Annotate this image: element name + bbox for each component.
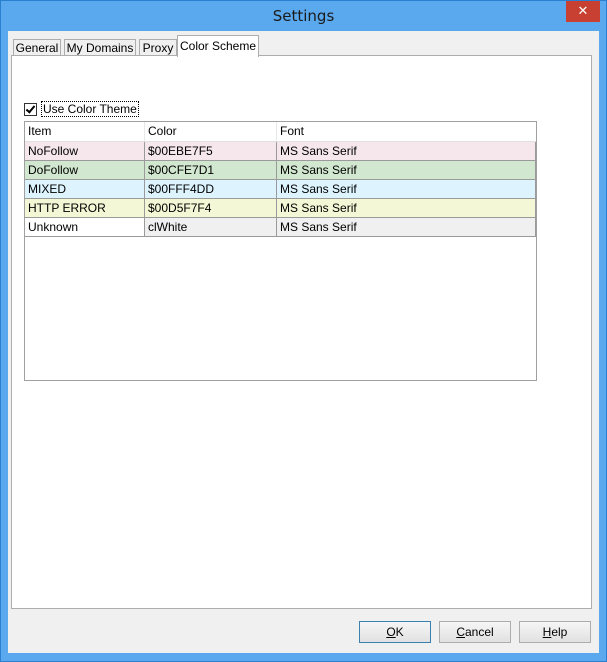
color-scheme-panel: Use Color Theme Item Color Font NoFollow… xyxy=(11,55,592,609)
close-button[interactable]: ✕ xyxy=(566,1,600,22)
cell-item[interactable]: DoFollow xyxy=(25,161,145,179)
settings-window: Settings ✕ General My Domains Proxy Colo… xyxy=(0,0,607,662)
table-row[interactable]: MIXED $00FFF4DD MS Sans Serif xyxy=(25,180,536,199)
cell-color[interactable]: $00EBE7F5 xyxy=(145,142,277,160)
use-color-theme-row[interactable]: Use Color Theme xyxy=(24,101,139,117)
close-icon: ✕ xyxy=(577,4,589,19)
cell-item[interactable]: Unknown xyxy=(25,218,145,236)
cell-item[interactable]: MIXED xyxy=(25,180,145,198)
table-row[interactable]: NoFollow $00EBE7F5 MS Sans Serif xyxy=(25,142,536,161)
ok-button[interactable]: OK xyxy=(359,621,431,643)
cell-color[interactable]: $00D5F7F4 xyxy=(145,199,277,217)
column-header-item[interactable]: Item xyxy=(25,122,145,141)
grid-header: Item Color Font xyxy=(25,122,536,142)
cell-font[interactable]: MS Sans Serif xyxy=(277,142,536,160)
color-scheme-grid[interactable]: Item Color Font NoFollow $00EBE7F5 MS Sans… xyxy=(24,121,537,381)
cancel-button[interactable]: Cancel xyxy=(439,621,511,643)
column-header-font[interactable]: Font xyxy=(277,122,536,141)
help-button[interactable]: Help xyxy=(519,621,591,643)
cell-font[interactable]: MS Sans Serif xyxy=(277,161,536,179)
title-bar[interactable]: Settings ✕ xyxy=(1,1,606,31)
cell-color[interactable]: $00CFE7D1 xyxy=(145,161,277,179)
cell-color[interactable]: clWhite xyxy=(145,218,277,236)
cell-color[interactable]: $00FFF4DD xyxy=(145,180,277,198)
cell-font[interactable]: MS Sans Serif xyxy=(277,218,536,236)
use-color-theme-label[interactable]: Use Color Theme xyxy=(41,101,139,117)
dialog-client: General My Domains Proxy Color Scheme Us… xyxy=(8,31,599,653)
tab-proxy[interactable]: Proxy xyxy=(139,39,177,56)
table-row[interactable]: HTTP ERROR $00D5F7F4 MS Sans Serif xyxy=(25,199,536,218)
cell-font[interactable]: MS Sans Serif xyxy=(277,180,536,198)
column-header-color[interactable]: Color xyxy=(145,122,277,141)
tab-color-scheme[interactable]: Color Scheme xyxy=(177,35,259,57)
table-row[interactable]: Unknown clWhite MS Sans Serif xyxy=(25,218,536,237)
window-title: Settings xyxy=(272,7,335,25)
cell-item[interactable]: HTTP ERROR xyxy=(25,199,145,217)
table-row[interactable]: DoFollow $00CFE7D1 MS Sans Serif xyxy=(25,161,536,180)
cell-font[interactable]: MS Sans Serif xyxy=(277,199,536,217)
tab-my-domains[interactable]: My Domains xyxy=(64,39,136,56)
tab-general[interactable]: General xyxy=(13,39,61,56)
use-color-theme-checkbox[interactable] xyxy=(24,102,37,116)
cell-item[interactable]: NoFollow xyxy=(25,142,145,160)
